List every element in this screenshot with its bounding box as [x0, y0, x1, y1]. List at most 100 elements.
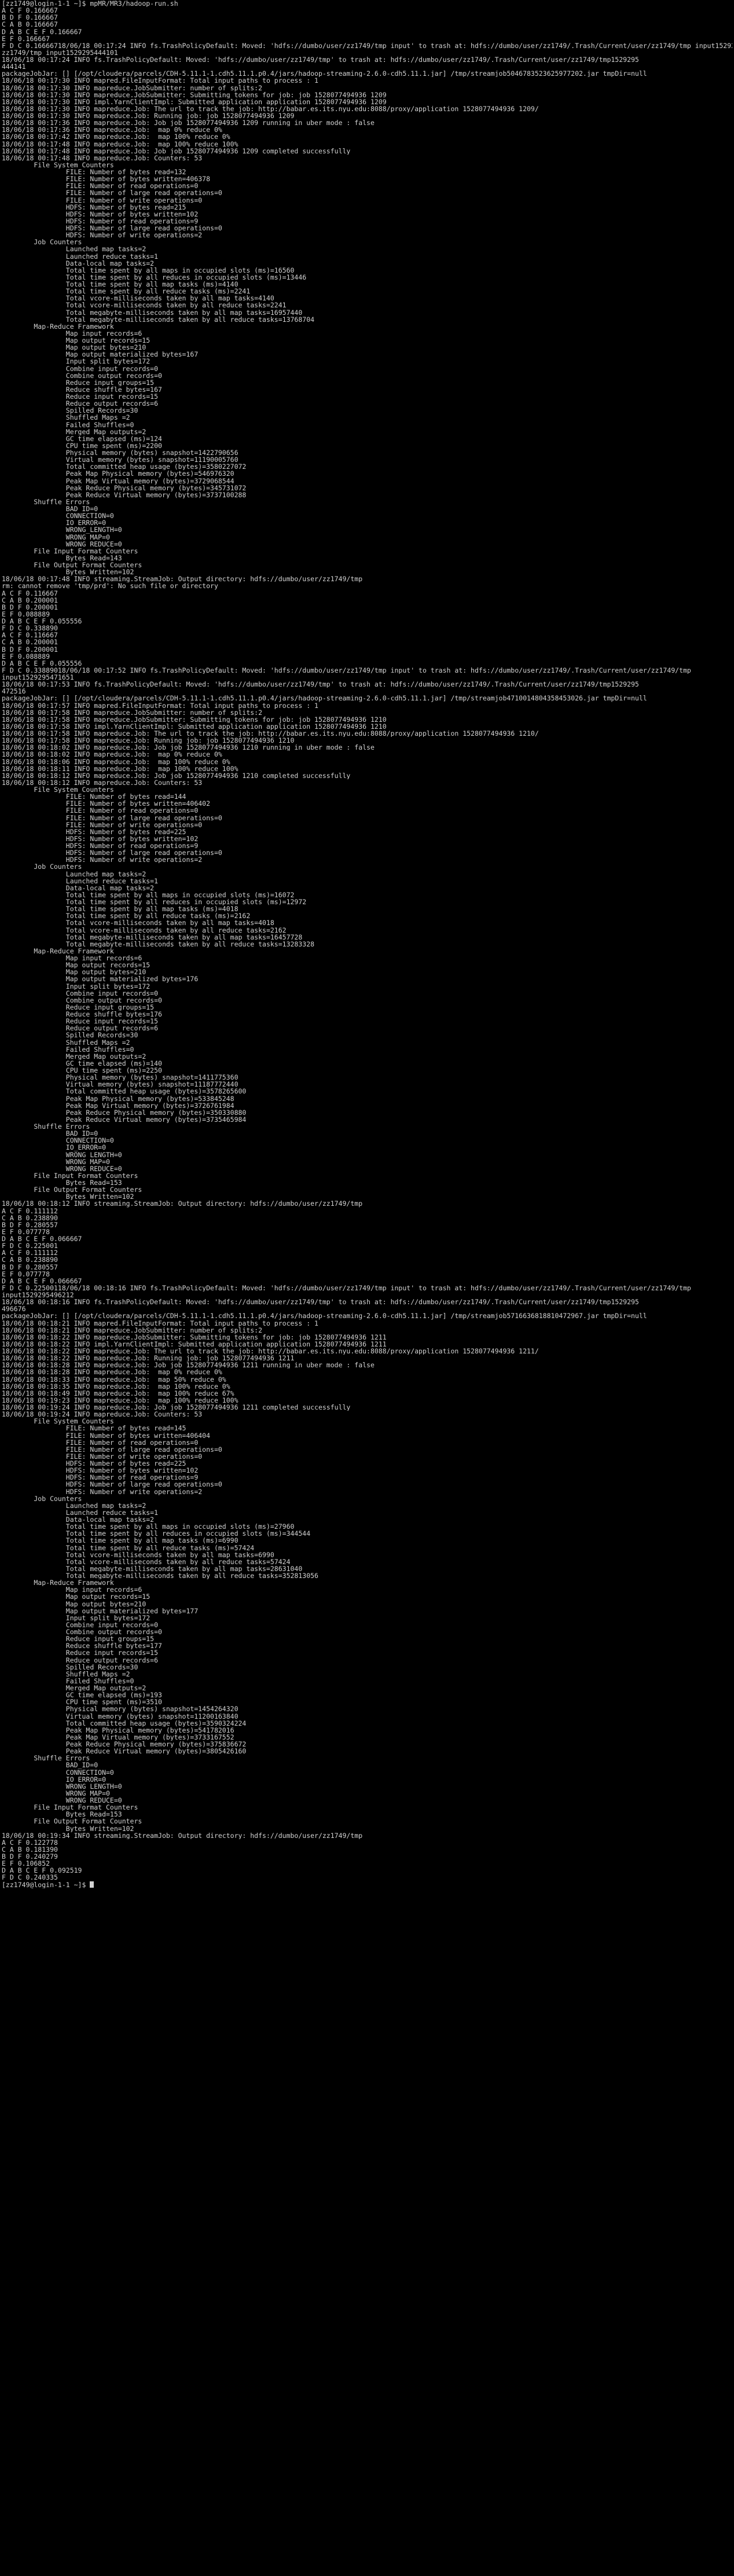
terminal-line: 18/06/18 00:18:21 INFO mapred.FileInputF… — [2, 1319, 318, 1327]
terminal-line: 18/06/18 00:17:30 INFO impl.YarnClientIm… — [2, 98, 387, 105]
terminal-line: 18/06/18 00:18:22 INFO mapreduce.JobSubm… — [2, 1333, 387, 1341]
terminal-line: File Input Format Counters — [2, 1172, 138, 1179]
terminal-line: Combine output records=0 — [2, 372, 162, 379]
terminal-line: Launched reduce tasks=1 — [2, 252, 159, 260]
terminal-line: 18/06/18 00:18:33 INFO mapreduce.Job: ma… — [2, 1375, 226, 1383]
terminal-line: 18/06/18 00:17:30 INFO mapreduce.Job: Th… — [2, 105, 539, 112]
terminal-line: File Output Format Counters — [2, 562, 142, 569]
terminal-line: Reduce input records=15 — [2, 1018, 159, 1025]
terminal-line: CONNECTION=0 — [2, 512, 114, 520]
terminal-line: Reduce input groups=15 — [2, 379, 155, 386]
terminal-line: Peak Reduce Virtual memory (bytes)=37354… — [2, 1115, 247, 1123]
terminal-line: File System Counters — [2, 786, 114, 794]
terminal-line: BAD_ID=0 — [2, 1130, 98, 1137]
terminal-line: E F 0.166667 — [2, 35, 50, 42]
terminal-line: 18/06/18 00:19:24 INFO mapreduce.Job: Jo… — [2, 1404, 351, 1411]
terminal-line: 18/06/18 00:17:30 INFO mapred.FileInputF… — [2, 77, 318, 85]
terminal-line: Map input records=6 — [2, 329, 142, 337]
terminal-line: Reduce shuffle bytes=176 — [2, 1011, 162, 1018]
terminal-line: Map output bytes=210 — [2, 344, 146, 351]
terminal-line: FILE: Number of large read operations=0 — [2, 814, 222, 821]
terminal-line: HDFS: Number of write operations=2 — [2, 1488, 203, 1495]
terminal-window[interactable]: [zz1749@login-1-1 ~]$ mpMR/MR3/hadoop-ru… — [0, 0, 734, 2576]
terminal-line: Input split bytes=172 — [2, 358, 151, 365]
terminal-line: C A B 0.200001 — [2, 639, 58, 646]
terminal-line: Data-local map tasks=2 — [2, 259, 155, 267]
terminal-line: 18/06/18 00:18:12 INFO mapreduce.Job: Jo… — [2, 772, 351, 779]
terminal-line: IO_ERROR=0 — [2, 1775, 107, 1783]
terminal-line: Peak Map Physical memory (bytes)=5417820… — [2, 1726, 234, 1734]
terminal-line: 18/06/18 00:17:53 INFO fs.TrashPolicyDef… — [2, 681, 639, 688]
terminal-line: HDFS: Number of write operations=2 — [2, 856, 203, 864]
terminal-line: 18/06/18 00:18:02 INFO mapreduce.Job: ma… — [2, 751, 222, 758]
terminal-line: Map output bytes=210 — [2, 1600, 146, 1608]
terminal-line: Failed Shuffles=0 — [2, 1045, 134, 1053]
terminal-line: Map-Reduce Framework — [2, 322, 114, 330]
terminal-line: Reduce output records=6 — [2, 1656, 159, 1664]
terminal-line: CONNECTION=0 — [2, 1768, 114, 1776]
terminal-line: Peak Map Virtual memory (bytes)=37290685… — [2, 477, 234, 485]
terminal-line: 18/06/18 00:17:36 INFO mapreduce.Job: Jo… — [2, 119, 375, 127]
terminal-line: Failed Shuffles=0 — [2, 421, 134, 428]
terminal-line: FILE: Number of write operations=0 — [2, 821, 203, 828]
terminal-line: Reduce input records=15 — [2, 1649, 159, 1657]
terminal-line: E F 0.106852 — [2, 1860, 50, 1867]
terminal-line: Bytes Read=143 — [2, 554, 122, 562]
terminal-line: Total megabyte-milliseconds taken by all… — [2, 1572, 318, 1580]
terminal-line: Reduce input records=15 — [2, 393, 159, 401]
terminal-line: CPU time spent (ms)=2250 — [2, 1067, 162, 1074]
terminal-line: D A B C E F 0.055556 — [2, 659, 82, 667]
terminal-line: Reduce output records=6 — [2, 1025, 159, 1032]
terminal-line: 18/06/18 00:18:12 INFO streaming.StreamJ… — [2, 1200, 363, 1208]
terminal-line: Peak Reduce Physical memory (bytes)=3758… — [2, 1741, 247, 1748]
terminal-line: Failed Shuffles=0 — [2, 1677, 134, 1685]
terminal-line: GC time elapsed (ms)=124 — [2, 435, 162, 442]
terminal-line: Bytes Written=102 — [2, 1193, 134, 1201]
terminal-line: D A B C E F 0.066667 — [2, 1277, 82, 1285]
terminal-line: Total time spent by all reduces in occup… — [2, 273, 307, 281]
terminal-line: Total megabyte-milliseconds taken by all… — [2, 1565, 303, 1572]
terminal-line: 18/06/18 00:17:48 INFO mapreduce.Job: Co… — [2, 154, 203, 162]
terminal-line: Combine output records=0 — [2, 996, 162, 1004]
terminal-line: HDFS: Number of large read operations=0 — [2, 1481, 222, 1488]
terminal-line: E F 0.088889 — [2, 652, 50, 660]
terminal-line: Map input records=6 — [2, 955, 142, 962]
terminal-line: [zz1749@login-1-1 ~]$ mpMR/MR3/hadoop-ru… — [2, 0, 178, 8]
terminal-line: packageJobJar: [] [/opt/cloudera/parcels… — [2, 695, 647, 702]
terminal-line: 18/06/18 00:17:58 INFO mapreduce.JobSubm… — [2, 709, 263, 716]
terminal-line: Map output records=15 — [2, 962, 151, 969]
terminal-line: Launched map tasks=2 — [2, 245, 146, 253]
terminal-line: Total committed heap usage (bytes)=35802… — [2, 463, 247, 471]
terminal-line: Total vcore-milliseconds taken by all re… — [2, 302, 287, 309]
terminal-line: Map output records=15 — [2, 1593, 151, 1601]
terminal-line: Shuffle Errors — [2, 1755, 90, 1762]
terminal-line: Map output materialized bytes=177 — [2, 1607, 199, 1614]
terminal-line: B D F 0.280557 — [2, 1221, 58, 1228]
terminal-line: FILE: Number of read operations=0 — [2, 182, 199, 190]
terminal-line: C A B 0.181390 — [2, 1845, 58, 1853]
terminal-line: GC time elapsed (ms)=140 — [2, 1059, 162, 1067]
terminal-line: File System Counters — [2, 161, 114, 168]
terminal-line: Job Counters — [2, 1495, 82, 1502]
terminal-line: Total committed heap usage (bytes)=35782… — [2, 1088, 247, 1095]
terminal-line: Map-Reduce Framework — [2, 1579, 114, 1587]
terminal-line: 18/06/18 00:18:21 INFO mapreduce.JobSubm… — [2, 1326, 263, 1334]
terminal-line: Total vcore-milliseconds taken by all ma… — [2, 1551, 274, 1558]
terminal-line: CPU time spent (ms)=3510 — [2, 1698, 162, 1706]
terminal-line: Reduce input groups=15 — [2, 1635, 155, 1643]
terminal-line: Total committed heap usage (bytes)=35903… — [2, 1719, 247, 1727]
terminal-line: IO_ERROR=0 — [2, 519, 107, 527]
terminal-line: 18/06/18 00:18:28 INFO mapreduce.Job: ma… — [2, 1368, 222, 1376]
terminal-line: 18/06/18 00:18:35 INFO mapreduce.Job: ma… — [2, 1382, 230, 1390]
terminal-line: WRONG_REDUCE=0 — [2, 1797, 122, 1804]
terminal-line: WRONG_LENGTH=0 — [2, 526, 122, 534]
terminal-line: E F 0.088889 — [2, 610, 50, 618]
terminal-line: Spilled Records=30 — [2, 1663, 138, 1671]
terminal-line: 18/06/18 00:17:42 INFO mapreduce.Job: ma… — [2, 133, 230, 141]
terminal-line: BAD_ID=0 — [2, 505, 98, 513]
terminal-line: Launched map tasks=2 — [2, 1502, 146, 1509]
terminal-line: Data-local map tasks=2 — [2, 1516, 155, 1524]
terminal-line: Reduce shuffle bytes=177 — [2, 1642, 162, 1650]
terminal-line: Total time spent by all reduce tasks (ms… — [2, 288, 251, 295]
terminal-line: E F 0.077778 — [2, 1228, 50, 1235]
